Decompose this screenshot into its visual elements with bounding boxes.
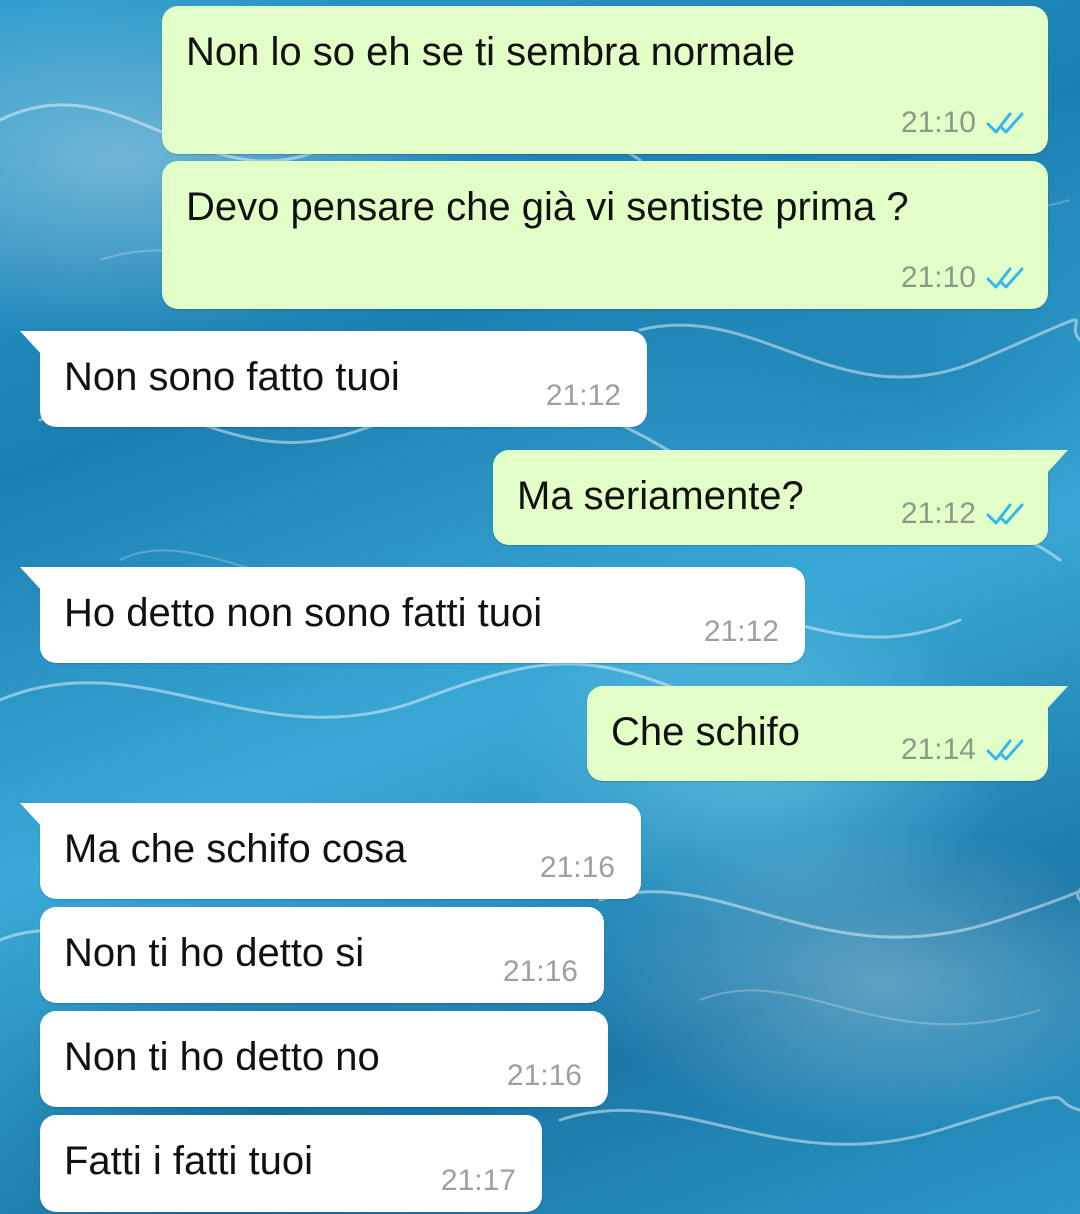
message-timestamp: 21:12 (703, 615, 779, 648)
message-text: Non lo so eh se ti sembra normale (186, 30, 796, 74)
outgoing-message-bubble[interactable]: Ma seriamente? 21:12 (493, 450, 1068, 545)
message-timestamp: 21:10 (900, 261, 976, 294)
incoming-message-bubble[interactable]: Non ti ho detto si 21:16 (40, 907, 604, 1003)
outgoing-message-bubble[interactable]: Non lo so eh se ti sembra normale 21:10 (162, 6, 1048, 154)
message-text: Ma che schifo cosa (64, 827, 407, 871)
incoming-message-bubble[interactable]: Non sono fatto tuoi 21:12 (20, 331, 647, 427)
double-check-read-icon (986, 112, 1024, 134)
message-text: Ho detto non sono fatti tuoi (64, 591, 543, 635)
message-text: Ma seriamente? (517, 474, 804, 518)
double-check-read-icon (986, 267, 1024, 289)
outgoing-message-bubble[interactable]: Che schifo 21:14 (587, 686, 1068, 781)
message-timestamp: 21:10 (900, 106, 976, 139)
message-timestamp: 21:16 (506, 1059, 582, 1092)
double-check-read-icon (986, 739, 1024, 761)
message-timestamp: 21:16 (539, 851, 615, 884)
message-text: Non sono fatto tuoi (64, 355, 400, 399)
message-timestamp: 21:12 (545, 379, 621, 412)
incoming-message-bubble[interactable]: Non ti ho detto no 21:16 (40, 1011, 608, 1107)
message-text: Che schifo (611, 710, 800, 754)
message-text: Non ti ho detto si (64, 931, 365, 975)
double-check-read-icon (986, 503, 1024, 525)
message-timestamp: 21:12 (900, 497, 976, 530)
message-text: Fatti i fatti tuoi (64, 1139, 313, 1183)
message-timestamp: 21:17 (440, 1164, 516, 1197)
incoming-message-bubble[interactable]: Ma che schifo cosa 21:16 (20, 803, 641, 899)
incoming-message-bubble[interactable]: Ho detto non sono fatti tuoi 21:12 (20, 567, 805, 663)
message-timestamp: 21:14 (900, 733, 976, 766)
message-text: Non ti ho detto no (64, 1035, 380, 1079)
message-timestamp: 21:16 (502, 955, 578, 988)
message-text: Devo pensare che già vi sentiste prima ? (186, 185, 909, 229)
outgoing-message-bubble[interactable]: Devo pensare che già vi sentiste prima ?… (162, 161, 1048, 309)
incoming-message-bubble[interactable]: Fatti i fatti tuoi 21:17 (40, 1115, 542, 1212)
